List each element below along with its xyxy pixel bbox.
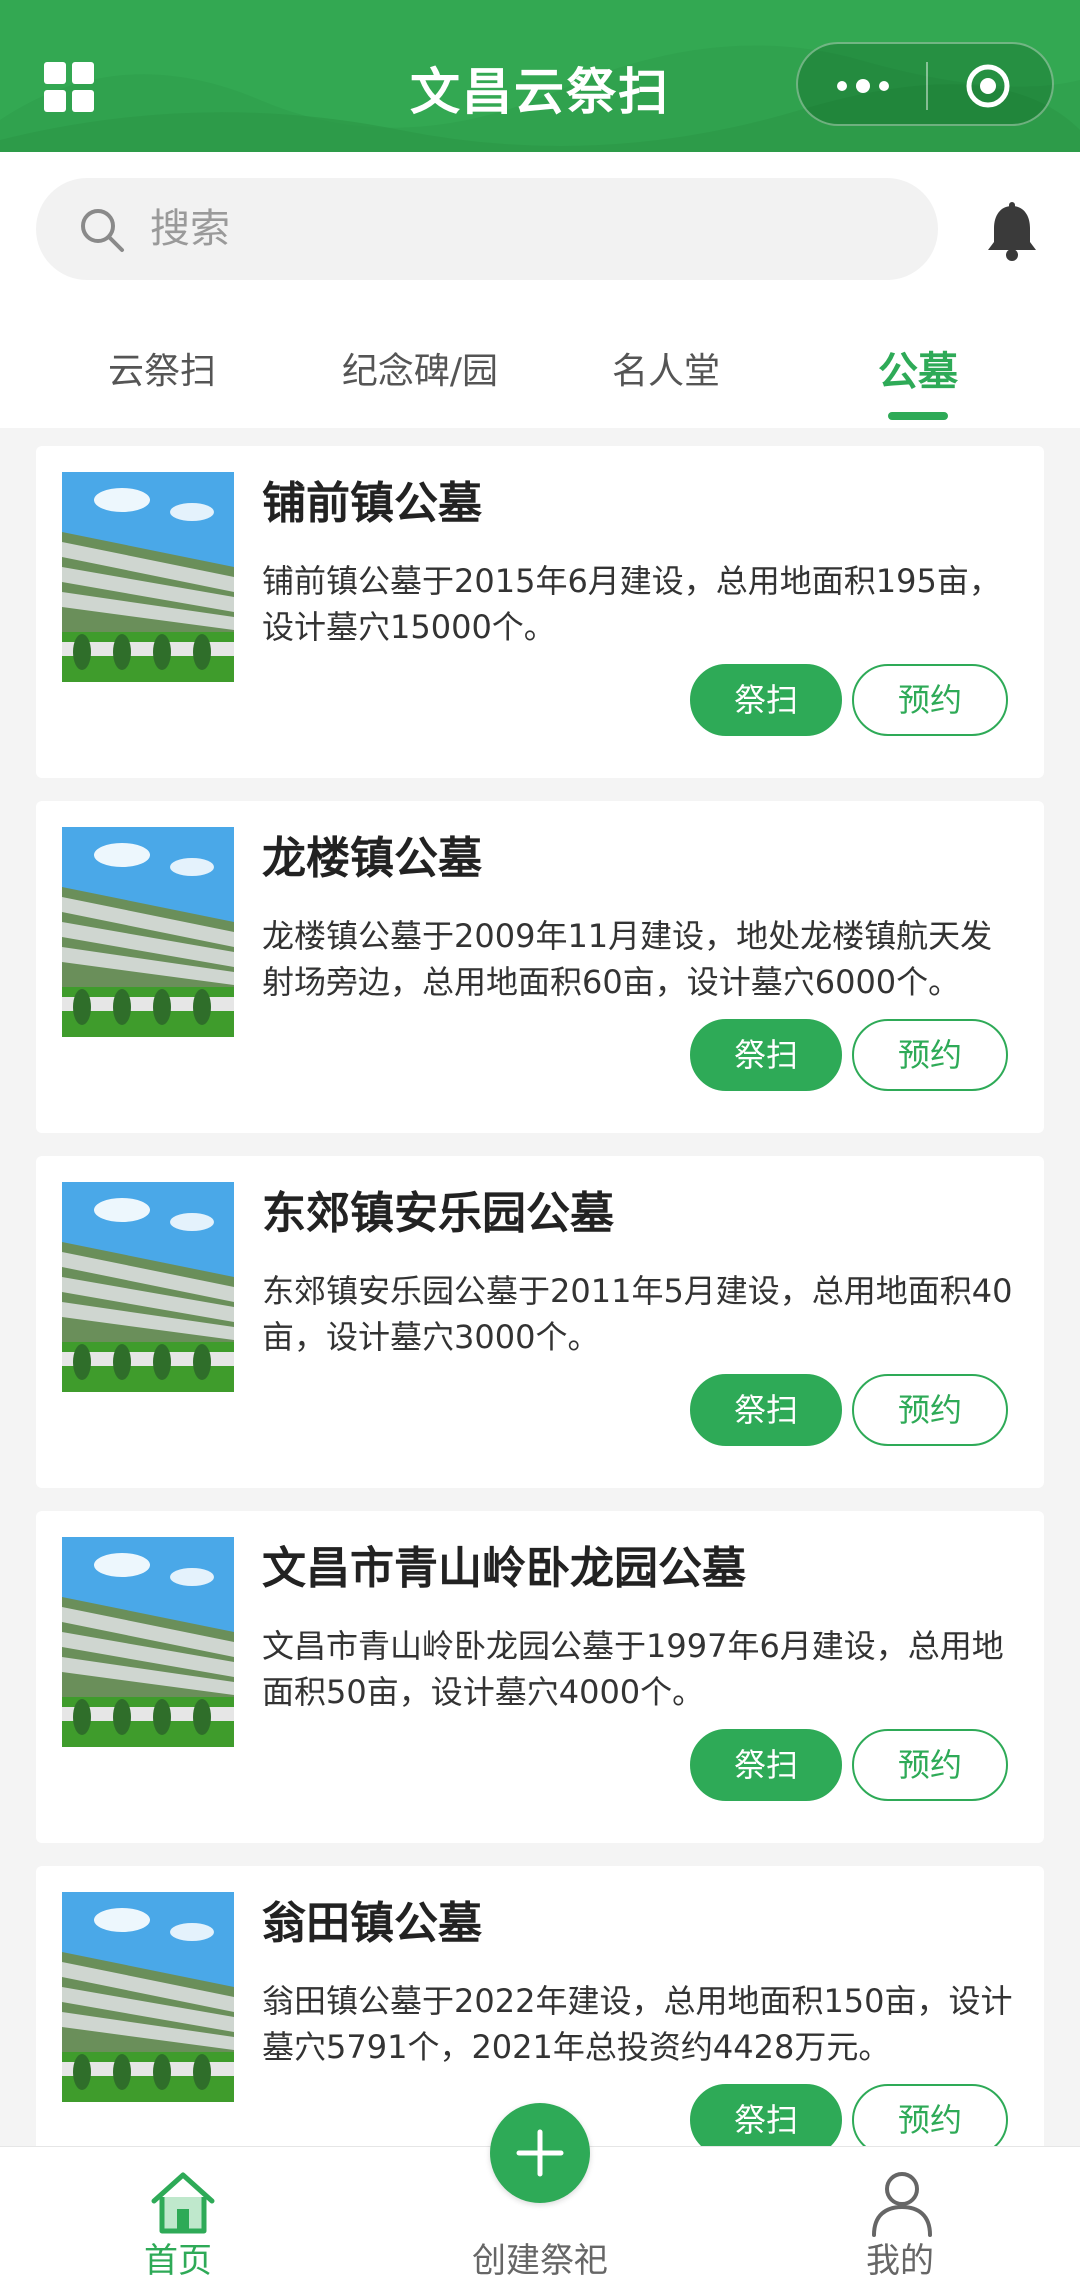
- close-miniprogram-icon[interactable]: [964, 62, 1012, 110]
- nav-mine[interactable]: 我的: [800, 2147, 1000, 2293]
- sweep-button[interactable]: 祭扫: [690, 1729, 842, 1801]
- sweep-button[interactable]: 祭扫: [690, 664, 842, 736]
- search-icon: [81, 209, 124, 252]
- cemetery-card[interactable]: 文昌市青山岭卧龙园公墓 文昌市青山岭卧龙园公墓于1997年6月建设，总用地面积5…: [36, 1511, 1044, 1843]
- user-icon: [872, 2172, 932, 2237]
- cemetery-description: 东郊镇安乐园公墓于2011年5月建设，总用地面积40亩，设计墓穴3000个。: [262, 1272, 1013, 1356]
- cemetery-card[interactable]: 铺前镇公墓 铺前镇公墓于2015年6月建设，总用地面积195亩，设计墓穴1500…: [36, 446, 1044, 778]
- cemetery-description: 文昌市青山岭卧龙园公墓于1997年6月建设，总用地面积50亩，设计墓穴4000个…: [262, 1627, 1004, 1711]
- cemetery-thumbnail: [62, 1892, 234, 2102]
- search-placeholder: 搜索: [150, 206, 230, 252]
- nav-create-label: 创建祭祀: [472, 2241, 608, 2281]
- nav-home[interactable]: 首页: [78, 2147, 278, 2293]
- cemetery-description: 龙楼镇公墓于2009年11月建设，地处龙楼镇航天发射场旁边，总用地面积60亩，设…: [262, 917, 993, 1001]
- nav-home-label: 首页: [144, 2241, 212, 2281]
- cemetery-description: 铺前镇公墓于2015年6月建设，总用地面积195亩，设计墓穴15000个。: [262, 562, 1001, 646]
- cemetery-title: 东郊镇安乐园公墓: [262, 1188, 614, 1239]
- tab-cloud-sweeping[interactable]: 云祭扫: [84, 348, 240, 396]
- cemetery-description: 翁田镇公墓于2022年建设，总用地面积150亩，设计墓穴5791个，2021年总…: [262, 1982, 1013, 2066]
- plus-icon: [516, 2129, 564, 2177]
- cemetery-card[interactable]: 东郊镇安乐园公墓 东郊镇安乐园公墓于2011年5月建设，总用地面积40亩，设计墓…: [36, 1156, 1044, 1488]
- cemetery-thumbnail: [62, 827, 234, 1037]
- more-icon[interactable]: [828, 68, 898, 104]
- sweep-button[interactable]: 祭扫: [690, 1019, 842, 1091]
- cemetery-title: 翁田镇公墓: [262, 1898, 482, 1949]
- cemetery-title: 文昌市青山岭卧龙园公墓: [262, 1543, 746, 1594]
- category-tabs: 云祭扫 纪念碑/园 名人堂 公墓: [0, 302, 1080, 428]
- cemetery-thumbnail: [62, 1537, 234, 1747]
- cemetery-card[interactable]: 龙楼镇公墓 龙楼镇公墓于2009年11月建设，地处龙楼镇航天发射场旁边，总用地面…: [36, 801, 1044, 1133]
- search-row: 搜索: [0, 152, 1080, 302]
- cemetery-thumbnail: [62, 472, 234, 682]
- reserve-button[interactable]: 预约: [852, 1019, 1008, 1091]
- tab-monuments[interactable]: 纪念碑/园: [320, 348, 520, 396]
- active-tab-indicator: [888, 412, 948, 420]
- nav-mine-label: 我的: [866, 2241, 934, 2281]
- bell-icon[interactable]: [984, 202, 1040, 262]
- capsule-divider: [926, 62, 928, 110]
- reserve-button[interactable]: 预约: [852, 664, 1008, 736]
- sweep-button[interactable]: 祭扫: [690, 1374, 842, 1446]
- tab-hall-of-fame[interactable]: 名人堂: [596, 348, 736, 396]
- home-icon: [151, 2172, 215, 2234]
- cemetery-thumbnail: [62, 1182, 234, 1392]
- cemetery-title: 龙楼镇公墓: [262, 833, 482, 884]
- cemetery-title: 铺前镇公墓: [262, 478, 482, 529]
- create-memorial-button[interactable]: [490, 2103, 590, 2203]
- header-bar: 文昌云祭扫: [0, 0, 1080, 152]
- app-screen: 文昌云祭扫 搜索 云祭扫 纪念碑/园 名人堂 公墓 铺前镇公墓 铺前镇公墓于20…: [0, 0, 1080, 2293]
- search-input[interactable]: 搜索: [36, 178, 938, 280]
- tab-cemetery[interactable]: 公墓: [838, 348, 998, 396]
- miniprogram-capsule: [796, 42, 1054, 126]
- reserve-button[interactable]: 预约: [852, 1374, 1008, 1446]
- reserve-button[interactable]: 预约: [852, 1729, 1008, 1801]
